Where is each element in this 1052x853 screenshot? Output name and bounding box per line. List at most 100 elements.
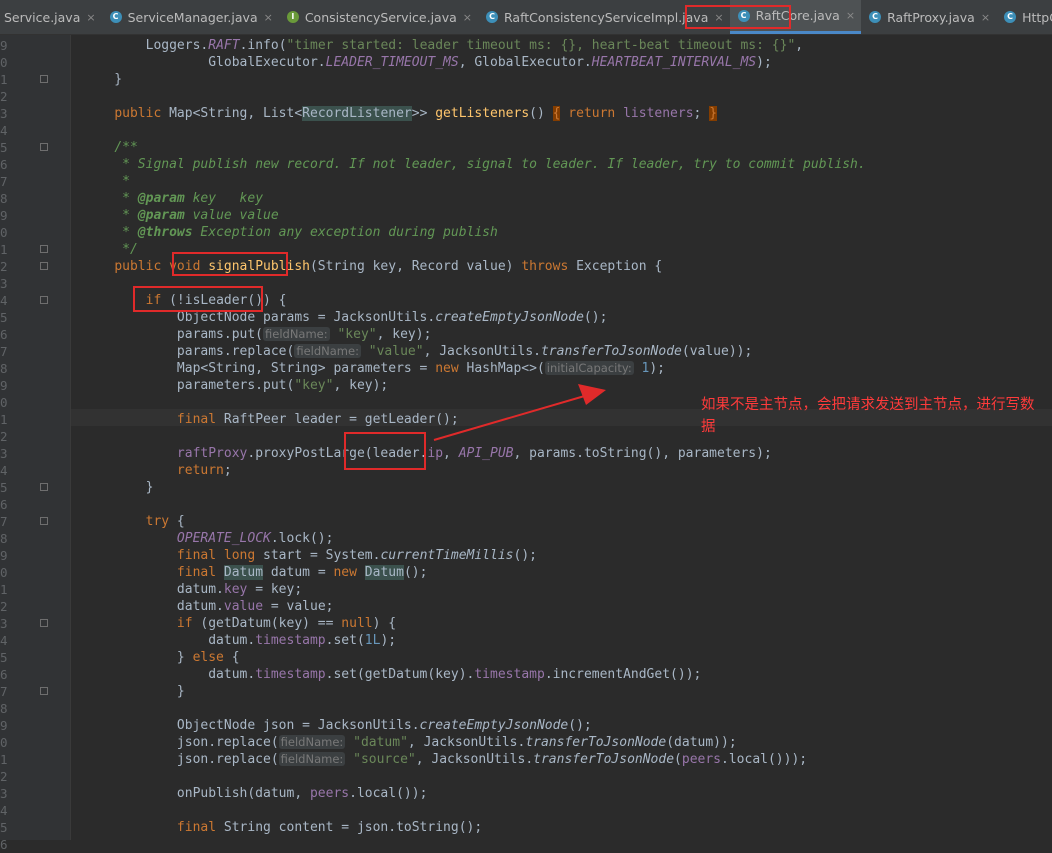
line-number: 7 <box>0 684 8 699</box>
code-line[interactable]: 7 params.replace(fieldName: "value", Jac… <box>0 343 1052 360</box>
fold-marker-icon[interactable] <box>40 296 48 304</box>
code-line[interactable]: 1 */ <box>0 241 1052 258</box>
line-number: 0 <box>0 395 8 410</box>
code-line[interactable]: 3 onPublish(datum, peers.local()); <box>0 785 1052 802</box>
code-line[interactable]: 1 datum.key = key; <box>0 581 1052 598</box>
code-line[interactable]: 2 <box>0 88 1052 105</box>
line-number: 4 <box>0 633 8 648</box>
line-number: 8 <box>0 701 8 716</box>
code-line[interactable]: 3 raftProxy.proxyPostLarge(leader.ip, AP… <box>0 445 1052 462</box>
code-line[interactable]: 5 ObjectNode params = JacksonUtils.creat… <box>0 309 1052 326</box>
fold-marker-icon[interactable] <box>40 517 48 525</box>
tab-servicemanager[interactable]: C ServiceManager.java × <box>102 0 279 34</box>
code-line[interactable]: 8 * @param key key <box>0 190 1052 207</box>
code-line[interactable]: 1 json.replace(fieldName: "source", Jack… <box>0 751 1052 768</box>
code-line[interactable]: 0 json.replace(fieldName: "datum", Jacks… <box>0 734 1052 751</box>
code-line[interactable]: 8 Map<String, String> parameters = new H… <box>0 360 1052 377</box>
code-text: } <box>83 684 185 699</box>
code-line[interactable]: 2 public void signalPublish(String key, … <box>0 258 1052 275</box>
code-text: Map<String, String> parameters = new Has… <box>83 361 666 376</box>
fold-marker-icon[interactable] <box>40 483 48 491</box>
line-number: 7 <box>0 514 8 529</box>
code-line[interactable]: 3 public Map<String, List<RecordListener… <box>0 105 1052 122</box>
line-number: 2 <box>0 259 8 274</box>
fold-marker-icon[interactable] <box>40 619 48 627</box>
tab-raftproxy[interactable]: C RaftProxy.java × <box>861 0 996 34</box>
code-line[interactable]: 7 } <box>0 683 1052 700</box>
line-number: 3 <box>0 446 8 461</box>
line-number: 9 <box>0 718 8 733</box>
code-line[interactable]: 7 * <box>0 173 1052 190</box>
code-text: datum.timestamp.set(getDatum(key).timest… <box>83 667 702 682</box>
code-line[interactable]: 6 <box>0 496 1052 513</box>
code-line[interactable]: 9 final long start = System.currentTimeM… <box>0 547 1052 564</box>
code-text: * @throws Exception any exception during… <box>114 225 498 240</box>
line-number: 3 <box>0 276 8 291</box>
code-line[interactable]: 9 parameters.put("key", key); <box>0 377 1052 394</box>
line-number: 1 <box>0 242 8 257</box>
line-number: 6 <box>0 497 8 512</box>
code-text: } <box>83 72 123 87</box>
close-icon[interactable]: × <box>846 9 855 22</box>
code-line[interactable]: 5 } else { <box>0 649 1052 666</box>
code-line[interactable]: 7 try { <box>0 513 1052 530</box>
fold-marker-icon[interactable] <box>40 143 48 151</box>
code-text: final RaftPeer leader = getLeader(); <box>176 412 459 427</box>
code-line[interactable]: 4 return; <box>0 462 1052 479</box>
close-icon[interactable]: × <box>714 11 723 24</box>
code-line[interactable]: 4 datum.timestamp.set(1L); <box>0 632 1052 649</box>
code-line[interactable]: 2 <box>0 768 1052 785</box>
tab-consistencyservice[interactable]: I ConsistencyService.java × <box>279 0 478 34</box>
tab-raftcore[interactable]: C RaftCore.java × <box>729 0 862 34</box>
code-line[interactable]: 8 <box>0 700 1052 717</box>
fold-marker-icon[interactable] <box>40 245 48 253</box>
line-number: 3 <box>0 106 8 121</box>
close-icon[interactable]: × <box>86 11 95 24</box>
line-number: 5 <box>0 140 8 155</box>
fold-marker-icon[interactable] <box>40 262 48 270</box>
tab-service[interactable]: Service.java × <box>0 0 102 34</box>
tab-raftconsistencyserviceimpl[interactable]: C RaftConsistencyServiceImpl.java × <box>478 0 730 34</box>
code-text: ObjectNode params = JacksonUtils.createE… <box>83 310 608 325</box>
code-line[interactable]: 3 if (getDatum(key) == null) { <box>0 615 1052 632</box>
line-number: 0 <box>0 225 8 240</box>
code-line[interactable]: 4 if (!isLeader()) { <box>0 292 1052 309</box>
code-text: datum.timestamp.set(1L); <box>83 633 397 648</box>
code-text: public Map<String, List<RecordListener>>… <box>114 106 718 121</box>
code-line[interactable]: 8 OPERATE_LOCK.lock(); <box>0 530 1052 547</box>
code-line[interactable]: 9 Loggers.RAFT.info("timer started: lead… <box>0 37 1052 54</box>
code-text: } <box>83 480 154 495</box>
code-line[interactable]: 9 * @param value value <box>0 207 1052 224</box>
code-line[interactable]: 5 final String content = json.toString()… <box>0 819 1052 836</box>
fold-marker-icon[interactable] <box>40 75 48 83</box>
class-icon: C <box>737 9 750 22</box>
code-line[interactable]: 6 datum.timestamp.set(getDatum(key).time… <box>0 666 1052 683</box>
line-number: 6 <box>0 667 8 682</box>
tab-httpclient[interactable]: CHttpClient.java× <box>996 0 1052 34</box>
code-line[interactable]: 6 <box>0 836 1052 853</box>
line-number: 9 <box>0 38 8 53</box>
line-number: 4 <box>0 293 8 308</box>
close-icon[interactable]: × <box>463 11 472 24</box>
code-line[interactable]: 3 <box>0 275 1052 292</box>
code-line[interactable]: 0 final Datum datum = new Datum(); <box>0 564 1052 581</box>
code-line[interactable]: 0 GlobalExecutor.LEADER_TIMEOUT_MS, Glob… <box>0 54 1052 71</box>
code-line[interactable]: 4 <box>0 122 1052 139</box>
line-number: 3 <box>0 616 8 631</box>
code-text: * Signal publish new record. If not lead… <box>114 157 866 172</box>
code-line[interactable]: 4 <box>0 802 1052 819</box>
line-number: 7 <box>0 174 8 189</box>
fold-marker-icon[interactable] <box>40 687 48 695</box>
code-line[interactable]: 0 * @throws Exception any exception duri… <box>0 224 1052 241</box>
code-line[interactable]: 9 ObjectNode json = JacksonUtils.createE… <box>0 717 1052 734</box>
line-number: 5 <box>0 480 8 495</box>
code-line[interactable]: 1 } <box>0 71 1052 88</box>
code-line[interactable]: 5 /** <box>0 139 1052 156</box>
close-icon[interactable]: × <box>981 11 990 24</box>
code-line[interactable]: 6 params.put(fieldName: "key", key); <box>0 326 1052 343</box>
code-line[interactable]: 2 datum.value = value; <box>0 598 1052 615</box>
close-icon[interactable]: × <box>264 11 273 24</box>
code-line[interactable]: 5 } <box>0 479 1052 496</box>
code-text: Loggers.RAFT.info("timer started: leader… <box>145 38 804 53</box>
code-line[interactable]: 6 * Signal publish new record. If not le… <box>0 156 1052 173</box>
